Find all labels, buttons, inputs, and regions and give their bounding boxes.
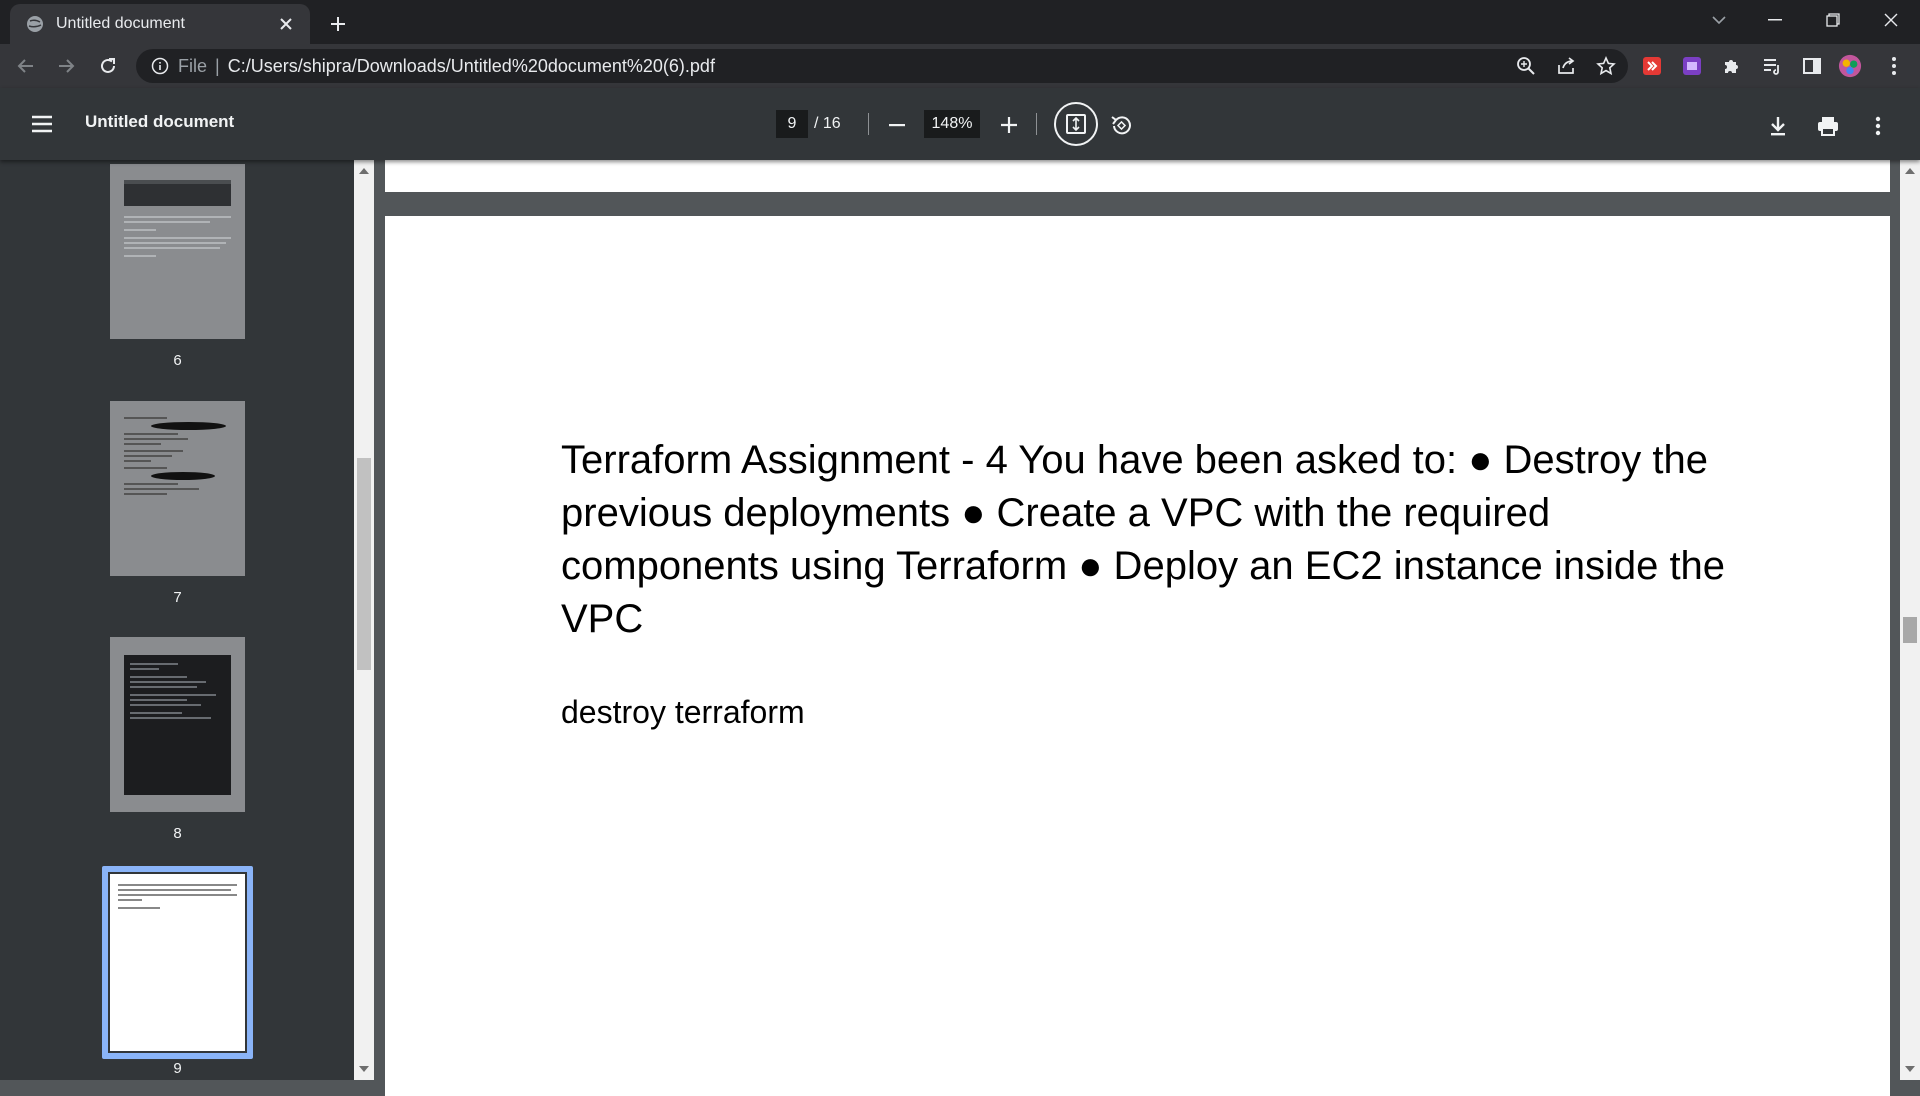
browser-menu-icon[interactable] bbox=[1882, 54, 1906, 78]
thumbnail-sidebar: 6 7 8 9 bbox=[0, 160, 354, 1080]
reload-button[interactable] bbox=[92, 50, 124, 82]
close-window-icon[interactable] bbox=[1868, 0, 1914, 40]
zoom-out-button[interactable] bbox=[882, 110, 912, 140]
document-scrollbar[interactable] bbox=[1900, 160, 1920, 1080]
extension-purple-icon[interactable] bbox=[1680, 54, 1704, 78]
scroll-up-arrow-icon[interactable] bbox=[359, 168, 369, 174]
side-panel-icon[interactable] bbox=[1800, 54, 1824, 78]
profile-avatar-icon[interactable] bbox=[1838, 54, 1862, 78]
media-queue-icon[interactable] bbox=[1760, 54, 1784, 78]
tab-strip: Untitled document bbox=[0, 0, 1920, 44]
thumbnail-label: 7 bbox=[173, 589, 182, 606]
close-tab-icon[interactable] bbox=[274, 12, 298, 36]
url-scheme: File bbox=[178, 55, 208, 76]
thumbnail-page-9[interactable] bbox=[110, 874, 245, 1051]
download-icon[interactable] bbox=[1762, 110, 1794, 142]
restore-icon[interactable] bbox=[1810, 0, 1856, 40]
sidebar-menu-button[interactable] bbox=[26, 108, 58, 140]
extensions-puzzle-icon[interactable] bbox=[1720, 54, 1744, 78]
extension-red-icon[interactable] bbox=[1640, 54, 1664, 78]
fit-to-page-button[interactable] bbox=[1054, 102, 1098, 146]
share-icon[interactable] bbox=[1554, 54, 1578, 78]
new-tab-button[interactable] bbox=[322, 8, 354, 40]
tab-search-icon[interactable] bbox=[1696, 0, 1742, 40]
print-icon[interactable] bbox=[1812, 110, 1844, 142]
divider bbox=[868, 113, 869, 135]
page-total: / 16 bbox=[814, 115, 841, 132]
zoom-in-button[interactable] bbox=[994, 110, 1024, 140]
tab-active[interactable]: Untitled document bbox=[10, 4, 310, 44]
redaction-mark bbox=[150, 472, 215, 480]
sidebar-scroll-thumb[interactable] bbox=[357, 458, 371, 670]
thumbnail-page-6[interactable] bbox=[110, 164, 245, 339]
pdf-page: Terraform Assignment - 4 You have been a… bbox=[385, 216, 1890, 1096]
thumbnail-page-7[interactable] bbox=[110, 401, 245, 576]
thumbnail-page-8[interactable] bbox=[110, 637, 245, 812]
document-title: Untitled document bbox=[85, 112, 235, 131]
browser-toolbar: File | C:/Users/shipra/Downloads/Untitle… bbox=[0, 44, 1920, 88]
pdf-toolbar: Untitled document 9 / 16 148% bbox=[0, 88, 1920, 160]
sidebar-scrollbar[interactable] bbox=[354, 160, 374, 1080]
back-button[interactable] bbox=[10, 50, 42, 82]
page-number-input[interactable]: 9 bbox=[776, 110, 808, 138]
page-text: destroy terraform bbox=[561, 694, 805, 730]
more-options-icon[interactable] bbox=[1862, 110, 1894, 142]
divider bbox=[1036, 113, 1037, 135]
thumbnail-label: 9 bbox=[173, 1060, 182, 1077]
rotate-button[interactable] bbox=[1106, 110, 1136, 140]
url-separator: | bbox=[215, 55, 220, 76]
zoom-icon[interactable] bbox=[1514, 54, 1538, 78]
globe-icon bbox=[26, 15, 44, 33]
address-bar[interactable]: File | C:/Users/shipra/Downloads/Untitle… bbox=[136, 49, 1628, 83]
thumbnail-label: 6 bbox=[173, 352, 182, 369]
zoom-level-input[interactable]: 148% bbox=[924, 110, 980, 138]
minimize-icon[interactable] bbox=[1752, 0, 1798, 40]
forward-button[interactable] bbox=[50, 50, 82, 82]
info-icon[interactable] bbox=[150, 56, 170, 76]
redaction-mark bbox=[150, 422, 226, 430]
scroll-up-arrow-icon[interactable] bbox=[1905, 168, 1915, 174]
tab-title: Untitled document bbox=[56, 15, 185, 32]
thumbnail-preview bbox=[124, 180, 231, 206]
bookmark-star-icon[interactable] bbox=[1594, 54, 1618, 78]
scroll-down-arrow-icon[interactable] bbox=[359, 1066, 369, 1072]
document-scroll-thumb[interactable] bbox=[1903, 617, 1917, 643]
thumbnail-label: 8 bbox=[173, 825, 182, 842]
url-text[interactable]: C:/Users/shipra/Downloads/Untitled%20doc… bbox=[228, 56, 715, 77]
thumbnail-preview bbox=[124, 655, 231, 795]
page-heading: Terraform Assignment - 4 You have been a… bbox=[561, 438, 1726, 641]
scroll-down-arrow-icon[interactable] bbox=[1905, 1066, 1915, 1072]
